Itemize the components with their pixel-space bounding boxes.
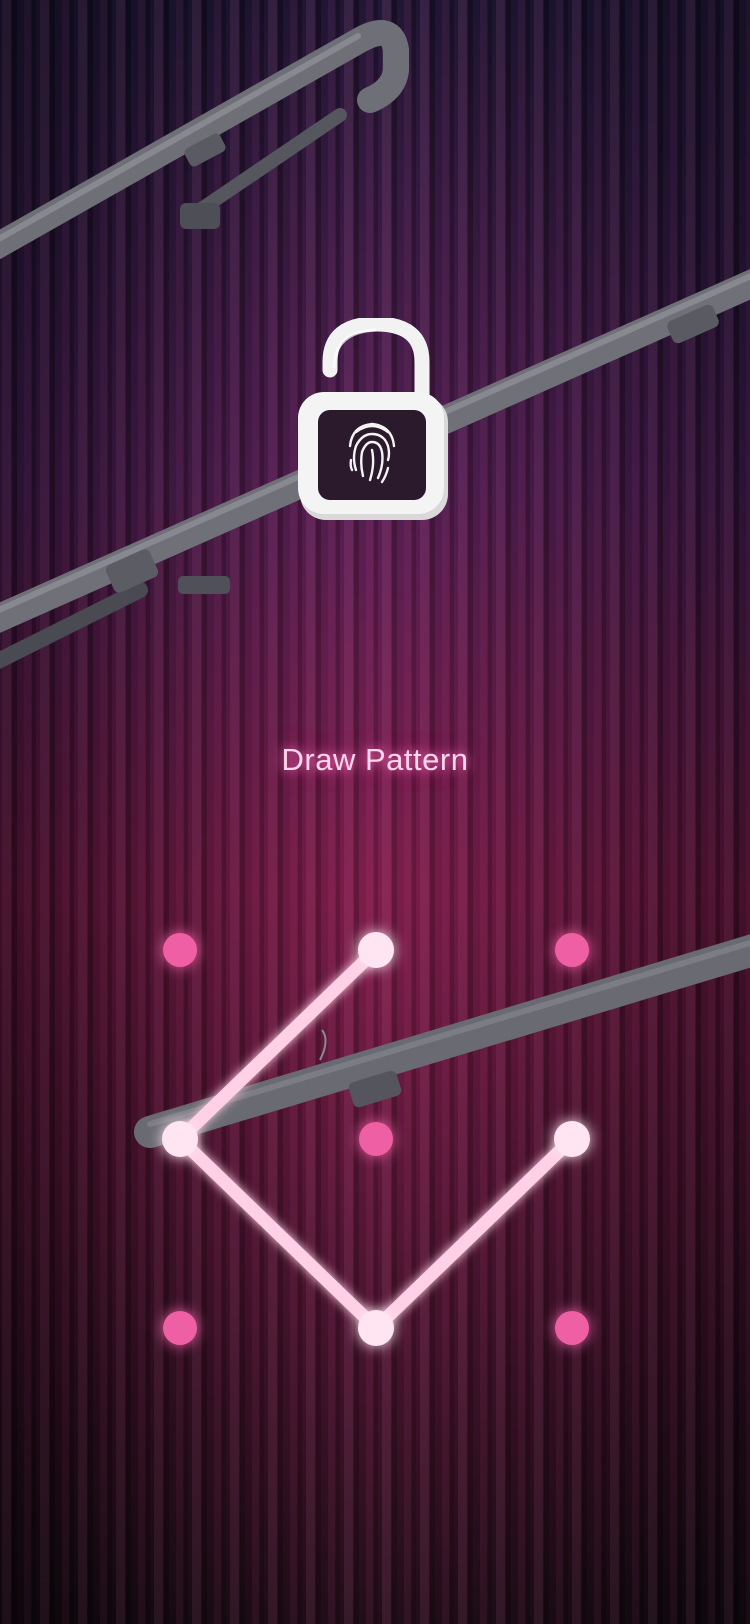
pattern-dot-6[interactable] [554,1121,590,1157]
pattern-dot-7[interactable] [163,1311,197,1345]
lock-screen: Draw Pattern [0,0,750,1624]
pattern-dot-2[interactable] [358,932,394,968]
pattern-lock-grid[interactable] [0,0,750,1624]
pattern-dot-5[interactable] [359,1122,393,1156]
pattern-dot-3[interactable] [555,933,589,967]
pattern-segment [369,1132,579,1335]
pattern-dots [162,932,590,1346]
pattern-dot-4[interactable] [162,1121,198,1157]
pattern-dot-8[interactable] [358,1310,394,1346]
pattern-dot-9[interactable] [555,1311,589,1345]
pattern-segment [173,1132,383,1335]
pattern-dot-1[interactable] [163,933,197,967]
pattern-segment [173,943,383,1146]
